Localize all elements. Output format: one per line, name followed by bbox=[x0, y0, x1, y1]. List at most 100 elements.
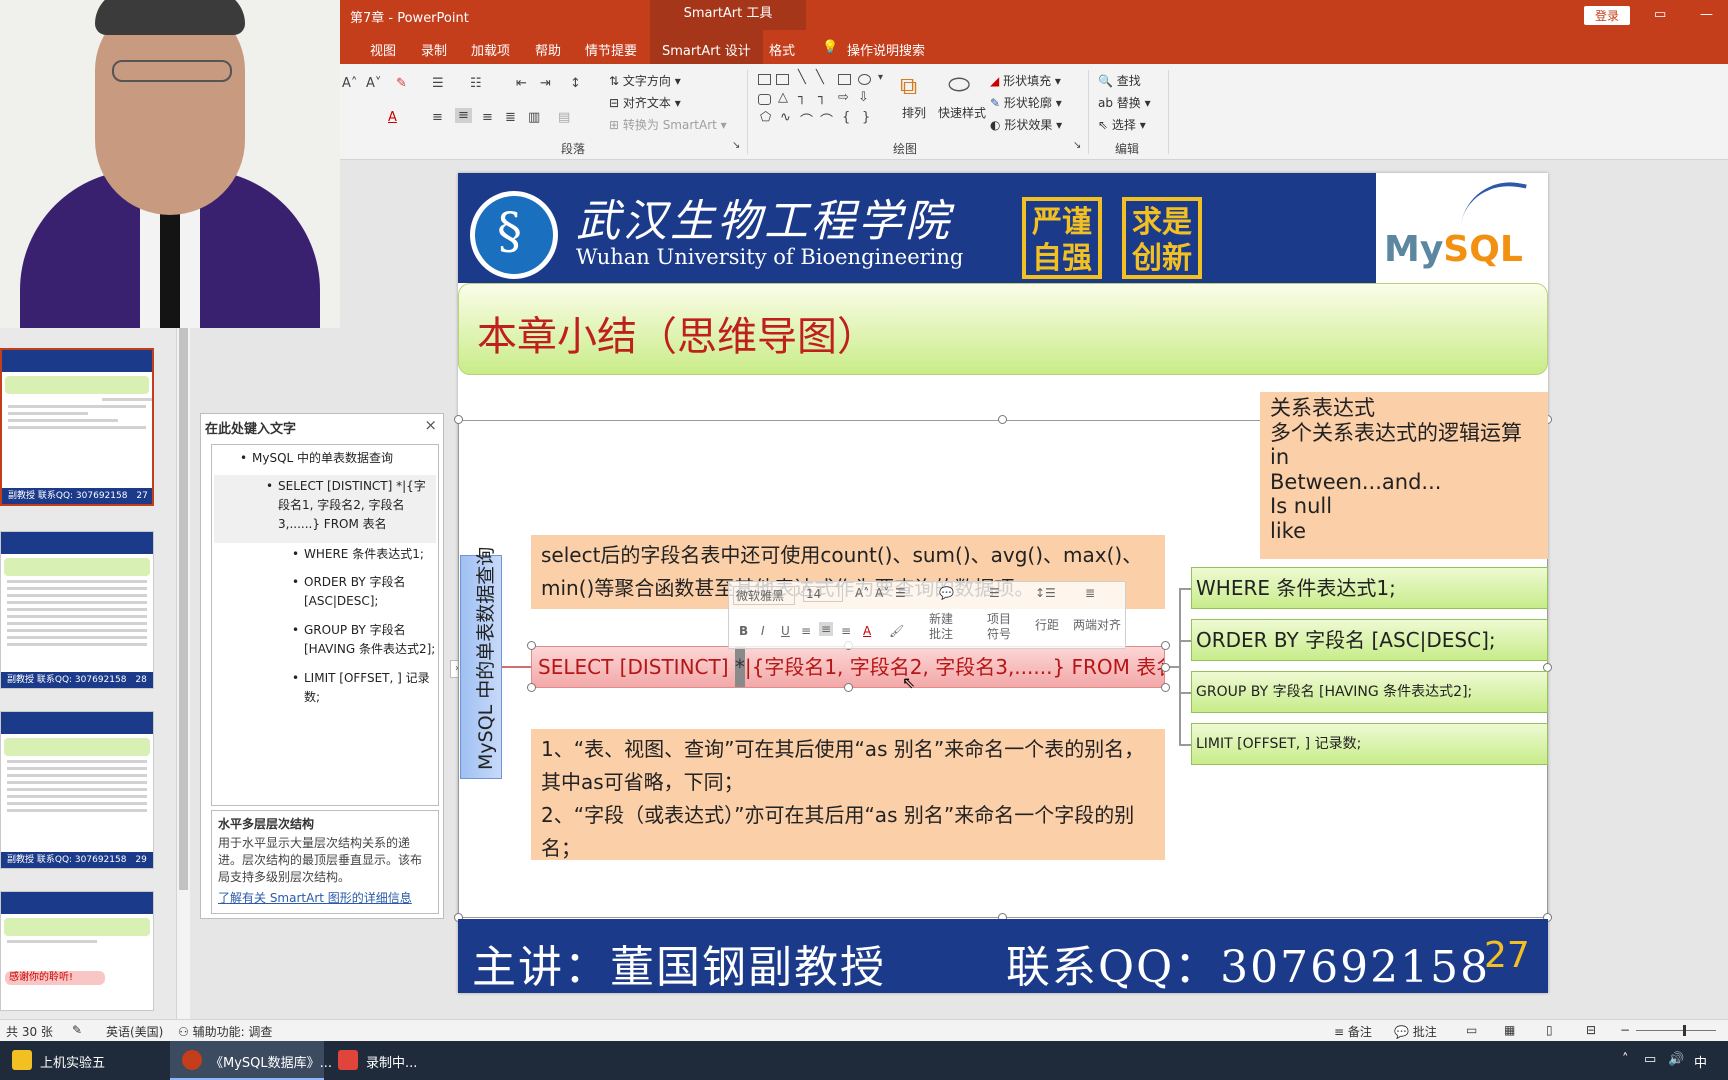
mini-align-right-icon[interactable]: ≡ bbox=[841, 624, 851, 638]
select-button[interactable]: ⇖ 选择 ▾ bbox=[1098, 116, 1146, 133]
ime-indicator[interactable]: 中 bbox=[1694, 1052, 1707, 1071]
slide-title-box[interactable]: 本章小结（思维导图） bbox=[458, 283, 1548, 375]
increase-indent-icon[interactable]: ⇥ bbox=[540, 76, 551, 91]
ribbon-display-icon[interactable]: ▭ bbox=[1654, 7, 1666, 22]
justify-button[interactable]: 两端对齐 bbox=[1073, 616, 1121, 633]
rectangle-shape-icon[interactable] bbox=[838, 74, 851, 85]
vertical-textbox-shape-icon[interactable] bbox=[776, 74, 789, 85]
bold-icon[interactable]: B bbox=[739, 624, 748, 638]
arrange-button[interactable]: 排列 bbox=[902, 104, 926, 121]
left-brace-shape-icon[interactable]: { bbox=[842, 110, 850, 125]
resize-handle[interactable] bbox=[844, 683, 853, 692]
text-direction-button[interactable]: ⇅ 文字方向 ▾ bbox=[609, 72, 681, 89]
text-pane-outline[interactable]: • MySQL 中的单表数据查询 • SELECT [DISTINCT] *|{字段… bbox=[211, 444, 439, 806]
resize-handle[interactable] bbox=[1161, 641, 1170, 650]
mini-grow-font-icon[interactable]: A˄ bbox=[855, 586, 869, 600]
taskbar-item-recorder[interactable]: 录制中... bbox=[326, 1041, 446, 1080]
comment-icon[interactable]: 💬 bbox=[939, 586, 954, 600]
arrange-icon[interactable]: ⧉ bbox=[900, 72, 917, 100]
order-by-clause-node[interactable]: ORDER BY 字段名 [ASC|DESC]; bbox=[1191, 619, 1548, 661]
distributed-icon[interactable]: ▥ bbox=[528, 110, 540, 125]
reading-view-icon[interactable]: ▯ bbox=[1546, 1023, 1553, 1037]
mini-font-select[interactable]: 微软雅黑 bbox=[733, 586, 795, 605]
tab-record[interactable]: 录制 bbox=[421, 40, 447, 59]
zoom-slider[interactable] bbox=[1636, 1030, 1716, 1031]
drawing-dialog-launcher-icon[interactable]: ↘ bbox=[1073, 140, 1081, 151]
tab-addins[interactable]: 加载项 bbox=[471, 40, 510, 59]
resize-handle[interactable] bbox=[527, 683, 536, 692]
taskbar-item-folder[interactable]: 上机实验五 bbox=[0, 1041, 170, 1080]
quick-styles-button[interactable]: 快速样式 bbox=[938, 104, 986, 121]
mini-bullet-list-icon[interactable]: ☰ bbox=[989, 586, 1000, 600]
format-painter-icon[interactable]: 🖌 bbox=[889, 624, 904, 638]
mini-line-spacing-icon[interactable]: ↕☰ bbox=[1035, 586, 1056, 600]
new-comment-button[interactable]: 新建批注 bbox=[929, 612, 961, 642]
rounded-rect-shape-icon[interactable] bbox=[758, 94, 771, 105]
network-icon[interactable]: ▭ bbox=[1644, 1052, 1656, 1067]
bullets-button[interactable]: 项目符号 bbox=[987, 612, 1019, 642]
slide-thumbnail[interactable]: 副教授 联系QQ: 307692158 28 bbox=[0, 531, 154, 689]
right-arrow-shape-icon[interactable]: ⇨ bbox=[838, 90, 849, 105]
bullets-icon[interactable]: ☰ bbox=[432, 76, 444, 91]
slide-thumbnail[interactable]: 副教授 联系QQ: 307692158 27 bbox=[0, 348, 154, 506]
slide-canvas[interactable]: 武汉生物工程学院 Wuhan University of Bioengineer… bbox=[454, 173, 1552, 993]
shape-effects-button[interactable]: ◐ 形状效果 ▾ bbox=[990, 116, 1062, 133]
grow-font-icon[interactable]: A˄ bbox=[342, 76, 357, 91]
mini-justify-icon[interactable]: ≣ bbox=[1085, 586, 1095, 600]
mini-size-select[interactable]: 14 bbox=[803, 586, 843, 602]
tray-expand-icon[interactable]: ˄ bbox=[1622, 1052, 1629, 1067]
shape-fill-button[interactable]: ◢ 形状填充 ▾ bbox=[990, 72, 1061, 89]
login-button[interactable]: 登录 bbox=[1584, 6, 1631, 25]
right-brace-shape-icon[interactable]: } bbox=[862, 110, 870, 125]
textbox-shape-icon[interactable] bbox=[758, 74, 771, 85]
list-item[interactable]: • SELECT [DISTINCT] *|{字段名1, 字段名2, 字段名3,.… bbox=[266, 477, 434, 534]
resize-handle[interactable] bbox=[527, 641, 536, 650]
triangle-shape-icon[interactable]: △ bbox=[778, 90, 788, 105]
shrink-font-icon[interactable]: A˅ bbox=[366, 76, 381, 91]
line-spacing-button[interactable]: 行距 bbox=[1035, 616, 1059, 633]
paragraph-dialog-launcher-icon[interactable]: ↘ bbox=[732, 140, 740, 151]
quick-styles-icon[interactable]: ⬭ bbox=[948, 70, 970, 101]
pentagon-shape-icon[interactable]: ⬠ bbox=[760, 110, 771, 125]
curve-shape-icon[interactable]: ∿ bbox=[780, 110, 791, 125]
tab-format[interactable]: 格式 bbox=[769, 40, 795, 59]
arc-shape-icon[interactable]: ⌒ bbox=[800, 110, 813, 129]
underline-icon[interactable]: U bbox=[781, 624, 790, 638]
resize-handle[interactable] bbox=[1161, 663, 1170, 672]
smartart-help-link[interactable]: 了解有关 SmartArt 图形的详细信息 bbox=[218, 889, 432, 906]
slide-sorter-icon[interactable]: ▦ bbox=[1504, 1023, 1515, 1037]
decrease-indent-icon[interactable]: ⇤ bbox=[516, 76, 527, 91]
normal-view-icon[interactable]: ▭ bbox=[1466, 1023, 1477, 1037]
slide-thumbnail[interactable]: 感谢你的聆听! bbox=[0, 891, 154, 1011]
close-icon[interactable]: × bbox=[424, 416, 437, 434]
numbering-icon[interactable]: ☷ bbox=[470, 76, 482, 91]
limit-clause-node[interactable]: LIMIT [OFFSET, ] 记录数; bbox=[1191, 723, 1548, 765]
align-center-icon[interactable]: ≡ bbox=[455, 108, 472, 123]
oval-shape-icon[interactable] bbox=[858, 74, 871, 85]
list-item[interactable]: • MySQL 中的单表数据查询 bbox=[240, 449, 432, 468]
arrow-shape-icon[interactable]: ╲ bbox=[816, 70, 824, 85]
spellcheck-icon[interactable]: ✎ bbox=[72, 1023, 82, 1037]
alias-note[interactable]: 1、“表、视图、查询”可在其后使用“as 别名”来命名一个表的别名，其中as可省… bbox=[531, 729, 1165, 860]
justify-icon[interactable]: ≣ bbox=[505, 110, 516, 125]
where-clause-node[interactable]: WHERE 条件表达式1; bbox=[1191, 567, 1548, 609]
align-text-button[interactable]: ⊟ 对齐文本 ▾ bbox=[609, 94, 681, 111]
down-arrow-shape-icon[interactable]: ⇩ bbox=[858, 90, 869, 105]
replace-button[interactable]: ab 替换 ▾ bbox=[1098, 94, 1151, 111]
tell-me-search[interactable]: 操作说明搜索 bbox=[847, 40, 925, 59]
group-by-clause-node[interactable]: GROUP BY 字段名 [HAVING 条件表达式2]; bbox=[1191, 671, 1548, 713]
zoom-out-icon[interactable]: − bbox=[1620, 1023, 1630, 1037]
comments-button[interactable]: 💬 批注 bbox=[1394, 1023, 1437, 1040]
list-item[interactable]: • GROUP BY 字段名 [HAVING 条件表达式2]; bbox=[292, 621, 438, 659]
list-item[interactable]: • LIMIT [OFFSET, ] 记录数; bbox=[292, 669, 434, 707]
line-shape-icon[interactable]: ╲ bbox=[798, 70, 806, 85]
mini-font-color-icon[interactable]: A bbox=[863, 624, 871, 638]
clear-format-icon[interactable]: ✎ bbox=[396, 76, 407, 91]
align-left-icon[interactable]: ≡ bbox=[432, 110, 443, 125]
hierarchy-root-node[interactable]: MySQL 中的单表数据查询 bbox=[460, 547, 502, 779]
resize-handle[interactable] bbox=[1161, 683, 1170, 692]
mini-bullets-icon[interactable]: ☰ bbox=[895, 586, 906, 600]
convert-smartart-button[interactable]: ⊞ 转换为 SmartArt ▾ bbox=[609, 116, 727, 133]
line-spacing-icon[interactable]: ↕ bbox=[570, 76, 581, 91]
mini-align-center-icon[interactable]: ≡ bbox=[819, 622, 834, 636]
